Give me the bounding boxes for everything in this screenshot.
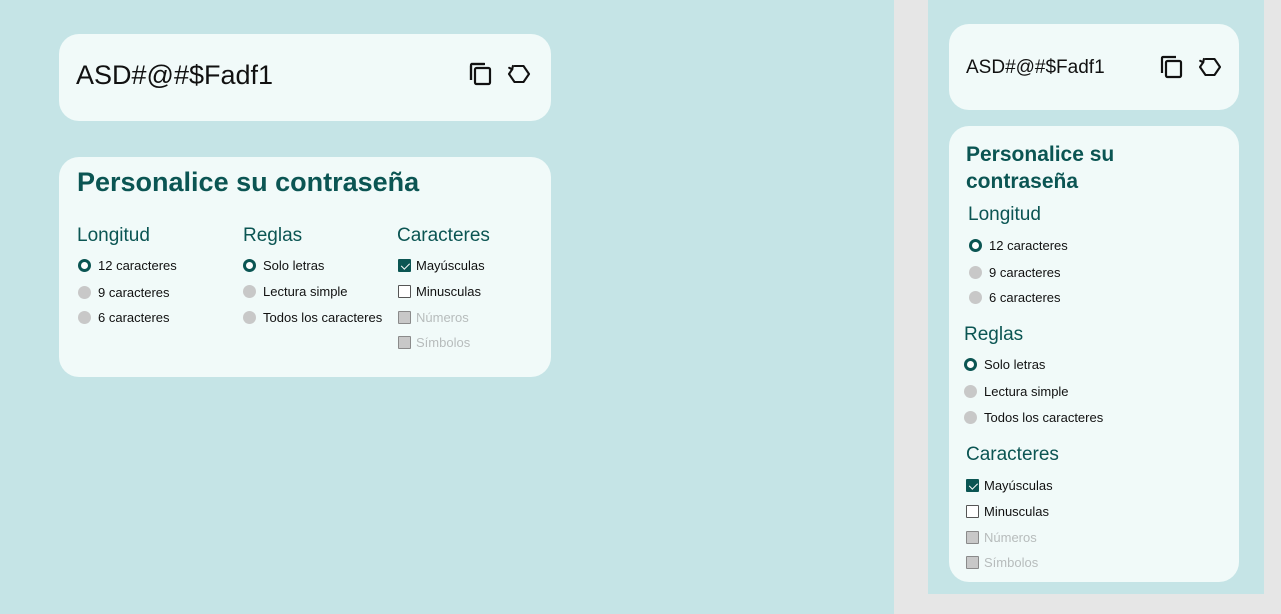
radio[interactable] xyxy=(78,311,91,324)
rules-option-todos[interactable]: Todos los caracteres xyxy=(243,310,382,325)
radio[interactable] xyxy=(964,385,977,398)
length-option-9[interactable]: 9 caracteres xyxy=(78,285,170,300)
desktop-layout: ASD#@#$Fadf1 Personalice su contraseña L… xyxy=(0,0,894,614)
mobile-layout: ASD#@#$Fadf1 Personalice su contraseña L… xyxy=(928,0,1264,594)
characters-option-numeros: Números xyxy=(398,310,469,325)
settings-card-mobile: Personalice su contraseña Longitud 12 ca… xyxy=(949,126,1239,582)
title-line-1: Personalice su xyxy=(966,143,1115,166)
checkbox-disabled xyxy=(966,531,979,544)
copy-button[interactable] xyxy=(1158,53,1186,81)
option-label: Mayúsculas xyxy=(984,478,1053,493)
page-title: Personalice su contraseña xyxy=(77,167,420,197)
option-label: 6 caracteres xyxy=(98,310,170,325)
radio[interactable] xyxy=(969,266,982,279)
option-label: Lectura simple xyxy=(984,384,1069,399)
option-label: 12 caracteres xyxy=(989,238,1068,253)
option-label: Números xyxy=(984,530,1037,545)
password-card-mobile: ASD#@#$Fadf1 xyxy=(949,24,1239,110)
length-option-6[interactable]: 6 caracteres xyxy=(78,310,170,325)
checkbox-checked[interactable] xyxy=(966,479,979,492)
rules-heading: Reglas xyxy=(243,225,303,246)
option-label: 9 caracteres xyxy=(98,285,170,300)
option-label: 6 caracteres xyxy=(989,290,1061,305)
rules-option-lectura-simple[interactable]: Lectura simple xyxy=(964,384,1069,399)
password-display[interactable]: ASD#@#$Fadf1 xyxy=(966,57,1105,79)
characters-option-simbolos: Símbolos xyxy=(398,335,470,350)
checkbox-disabled xyxy=(398,311,411,324)
rules-option-todos[interactable]: Todos los caracteres xyxy=(964,410,1103,425)
option-label: Símbolos xyxy=(416,335,471,350)
option-label: Símbolos xyxy=(984,555,1039,570)
characters-option-mayusculas[interactable]: Mayúsculas xyxy=(966,478,1053,493)
length-option-12[interactable]: 12 caracteres xyxy=(969,238,1068,253)
characters-heading: Caracteres xyxy=(966,444,1059,465)
radio[interactable] xyxy=(969,291,982,304)
radio[interactable] xyxy=(78,286,91,299)
length-option-6[interactable]: 6 caracteres xyxy=(969,290,1061,305)
copy-button[interactable] xyxy=(467,60,495,88)
checkbox-disabled xyxy=(966,556,979,569)
radio[interactable] xyxy=(243,285,256,298)
copy-icon xyxy=(468,61,494,87)
option-label: Solo letras xyxy=(263,258,325,273)
option-label: 12 caracteres xyxy=(98,258,177,273)
radio[interactable] xyxy=(964,411,977,424)
characters-option-minusculas[interactable]: Minusculas xyxy=(966,504,1049,519)
regenerate-button[interactable] xyxy=(1196,53,1224,81)
radio-selected[interactable] xyxy=(78,259,91,272)
length-heading: Longitud xyxy=(77,225,150,246)
regenerate-icon xyxy=(506,61,532,87)
checkbox[interactable] xyxy=(398,285,411,298)
characters-option-simbolos: Símbolos xyxy=(966,555,1038,570)
radio-selected[interactable] xyxy=(969,239,982,252)
password-display[interactable]: ASD#@#$Fadf1 xyxy=(76,60,273,91)
rules-option-solo-letras[interactable]: Solo letras xyxy=(243,258,324,273)
option-label: Lectura simple xyxy=(263,284,348,299)
page-title: Personalice su contraseña xyxy=(966,141,1114,195)
settings-card: Personalice su contraseña Longitud 12 ca… xyxy=(59,157,551,377)
option-label: Minusculas xyxy=(984,504,1050,519)
option-label: Todos los caracteres xyxy=(984,410,1104,425)
option-label: Solo letras xyxy=(984,357,1046,372)
option-label: Todos los caracteres xyxy=(263,310,383,325)
checkbox[interactable] xyxy=(966,505,979,518)
length-option-9[interactable]: 9 caracteres xyxy=(969,265,1061,280)
checkbox-disabled xyxy=(398,336,411,349)
radio-selected[interactable] xyxy=(243,259,256,272)
length-heading: Longitud xyxy=(968,204,1041,225)
option-label: Números xyxy=(416,310,469,325)
length-option-12[interactable]: 12 caracteres xyxy=(78,258,177,273)
option-label: Mayúsculas xyxy=(416,258,485,273)
title-line-2: contraseña xyxy=(966,170,1079,193)
option-label: Minusculas xyxy=(416,284,482,299)
rules-heading: Reglas xyxy=(964,324,1024,345)
characters-option-numeros: Números xyxy=(966,530,1037,545)
regenerate-button[interactable] xyxy=(505,60,533,88)
rules-option-lectura-simple[interactable]: Lectura simple xyxy=(243,284,348,299)
copy-icon xyxy=(1159,54,1185,80)
characters-option-mayusculas[interactable]: Mayúsculas xyxy=(398,258,485,273)
checkbox-checked[interactable] xyxy=(398,259,411,272)
radio-selected[interactable] xyxy=(964,358,977,371)
characters-heading: Caracteres xyxy=(397,225,490,246)
rules-option-solo-letras[interactable]: Solo letras xyxy=(964,357,1045,372)
regenerate-icon xyxy=(1197,54,1223,80)
characters-option-minusculas[interactable]: Minusculas xyxy=(398,284,481,299)
radio[interactable] xyxy=(243,311,256,324)
password-card: ASD#@#$Fadf1 xyxy=(59,34,551,121)
option-label: 9 caracteres xyxy=(989,265,1061,280)
